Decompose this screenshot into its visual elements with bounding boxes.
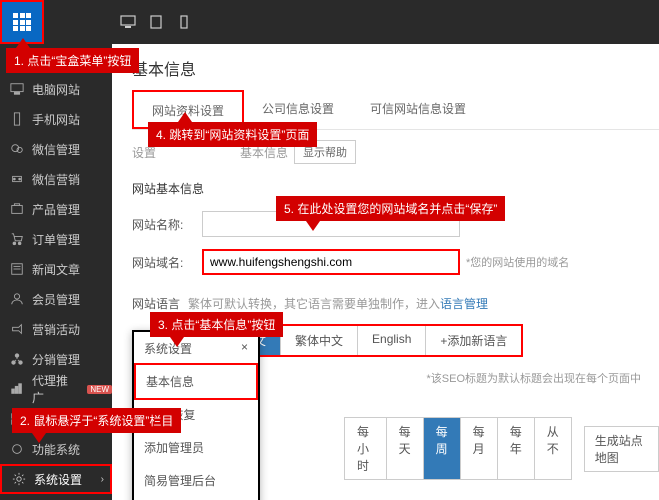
generate-sitemap-button[interactable]: 生成站点地图 [584,426,659,472]
chevron-right-icon: › [101,474,104,485]
sidebar-item-wechat[interactable]: 微信管理 [0,134,112,164]
lang-en[interactable]: English [358,326,426,355]
site-domain-input[interactable] [202,249,460,275]
freq-row: 每小时 每天 每周 每月 每年 从不 生成站点地图 [264,417,659,480]
callout-4: 4. 跳转到“网站资料设置”页面 [148,122,317,147]
sidebar-item-func[interactable]: 功能系统 [0,434,112,464]
freq-weekly[interactable]: 每周 [424,418,461,479]
lang-manage-link[interactable]: 语言管理 [440,295,488,312]
callout-3: 3. 点击“基本信息”按钮 [150,312,283,337]
callout-1: 1. 点击“宝盒菜单”按钮 [6,48,139,73]
freq-hourly[interactable]: 每小时 [345,418,387,479]
sidebar-item-member[interactable]: 会员管理 [0,284,112,314]
dd-add-admin[interactable]: 添加管理员 [134,431,258,464]
sidebar-item-news[interactable]: 新闻文章 [0,254,112,284]
tablet-icon[interactable] [142,0,170,44]
lang-zh-tw[interactable]: 繁体中文 [281,326,358,355]
tab-trust-info[interactable]: 可信网站信息设置 [352,90,484,129]
sidebar-item-dist[interactable]: 分销管理 [0,344,112,374]
page-title: 基本信息 [112,44,659,90]
desktop-icon[interactable] [114,0,142,44]
gear-icon [12,472,26,486]
dd-basic-info[interactable]: 基本信息 [134,363,258,400]
freq-yearly[interactable]: 每年 [498,418,535,479]
grid-icon [13,13,31,31]
sidebar-item-mobile[interactable]: 手机网站 [0,104,112,134]
freq-daily[interactable]: 每天 [387,418,424,479]
freq-monthly[interactable]: 每月 [461,418,498,479]
new-badge: NEW [87,385,112,394]
sidebar-item-pc[interactable]: 电脑网站 [0,74,112,104]
freq-button-group: 每小时 每天 每周 每月 每年 从不 [344,417,572,480]
lang-add[interactable]: +添加新语言 [426,326,521,355]
site-domain-label: 网站域名: [132,254,202,271]
lang-title: 网站语言 [132,295,180,312]
sidebar-item-agent[interactable]: 代理推广NEW [0,374,112,404]
domain-note: *您的网站使用的域名 [466,254,569,270]
sidebar-item-product[interactable]: 产品管理 [0,194,112,224]
sidebar-item-wemkt[interactable]: 微信营销 [0,164,112,194]
seo-note: *该SEO标题为默认标题会出现在每个页面中 [426,370,641,386]
callout-2: 2. 鼠标悬浮于“系统设置”栏目 [12,408,181,433]
freq-never[interactable]: 从不 [535,418,571,479]
dd-simple-admin[interactable]: 简易管理后台 [134,464,258,497]
sidebar-item-order[interactable]: 订单管理 [0,224,112,254]
close-icon[interactable]: × [241,340,248,357]
sidebar-item-settings[interactable]: 系统设置› [0,464,112,494]
site-name-label: 网站名称: [132,216,202,233]
sidebar-item-marketing[interactable]: 营销活动 [0,314,112,344]
mobile-icon[interactable] [170,0,198,44]
callout-5: 5. 在此处设置您的网站域名并点击“保存” [276,196,505,221]
